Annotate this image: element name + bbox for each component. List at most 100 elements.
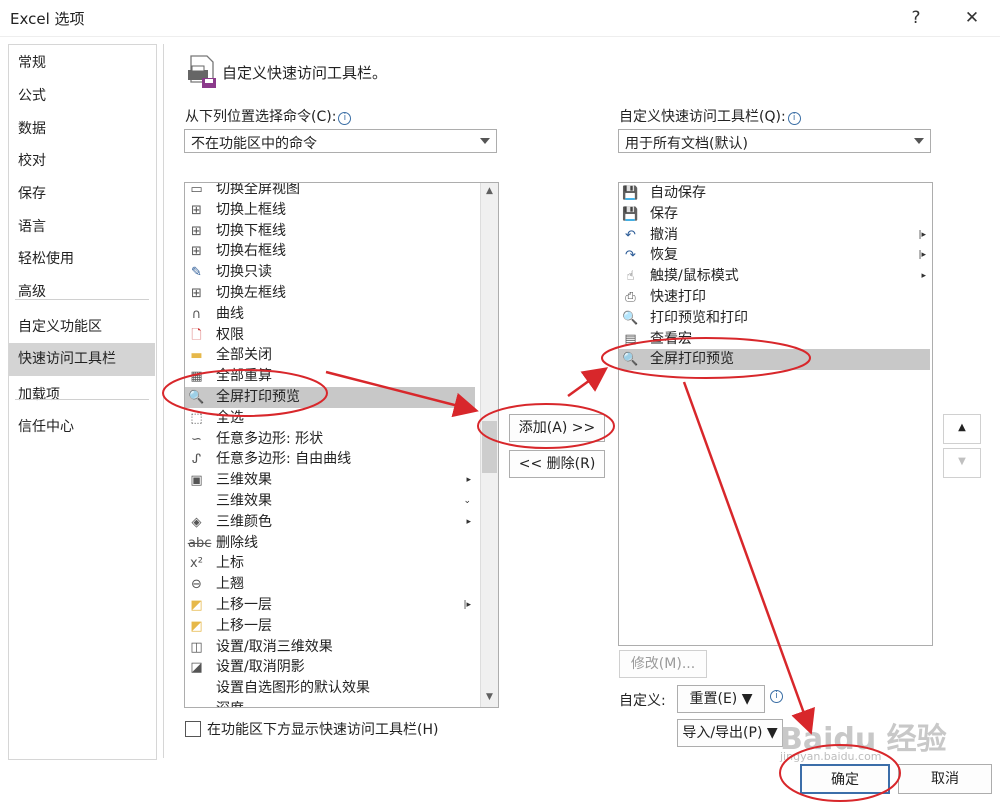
toolbar-list-item[interactable]: ▤ 查看宏	[619, 329, 930, 350]
info-icon[interactable]: i	[770, 690, 783, 703]
command-list-item[interactable]: 三维效果 ⌄	[185, 491, 475, 512]
toolbar-list-item[interactable]: 🔍 打印预览和打印	[619, 308, 930, 329]
choose-commands-label: 从下列位置选择命令(C): i	[185, 106, 352, 126]
redo-icon: ↷	[625, 248, 636, 264]
title-bar: Excel 选项 ? ✕	[0, 0, 1000, 37]
list-item-label: 三维效果	[216, 472, 272, 489]
command-list-item[interactable]: ▱ 深度	[185, 699, 475, 707]
fullscreen-icon: ▭	[190, 182, 203, 197]
customize-toolbar-label: 自定义快速访问工具栏(Q): i	[619, 106, 801, 126]
info-icon[interactable]: i	[787, 112, 801, 125]
scroll-up-icon[interactable]: ▲	[481, 183, 498, 200]
close-button[interactable]: ✕	[954, 4, 990, 32]
sidebar-item[interactable]: 快速访问工具栏	[9, 343, 155, 376]
command-list-item[interactable]: ∽ 任意多边形: 形状	[185, 429, 475, 450]
sidebar-item[interactable]: 信任中心	[9, 411, 155, 444]
toolbar-list-item[interactable]: ↷ 恢复 |▸	[619, 245, 930, 266]
toolbar-list-item[interactable]: ⎙ 快速打印	[619, 287, 930, 308]
scroll-thumb[interactable]	[482, 421, 497, 473]
show-below-checkbox[interactable]	[185, 721, 201, 737]
toolbar-list-item[interactable]: 💾 自动保存	[619, 183, 930, 204]
save-icon: 💾	[622, 186, 639, 201]
commands-scrollbar[interactable]: ▲ ▼	[480, 183, 498, 707]
3d-toggle-icon: ◫	[190, 639, 203, 655]
list-item-label: 上移一层	[216, 597, 272, 613]
ok-button[interactable]: 确定	[800, 764, 890, 794]
shadow-icon: ◪	[190, 660, 203, 676]
sidebar-item[interactable]: 加载项	[9, 379, 155, 412]
print-preview-icon: 🔍	[622, 352, 639, 368]
choose-commands-text: 从下列位置选择命令(C):	[185, 109, 337, 125]
sidebar-item[interactable]: 轻松使用	[9, 243, 155, 276]
toolbar-list-item[interactable]: 💾 保存	[619, 204, 930, 225]
sidebar-item[interactable]: 保存	[9, 178, 155, 211]
reset-button[interactable]: 重置(E) ▼	[677, 685, 765, 713]
command-list-item[interactable]: ⬚ 全选	[185, 408, 475, 429]
command-list-item[interactable]: ◪ 设置/取消阴影	[185, 657, 475, 678]
customize-toolbar-dropdown[interactable]: 用于所有文档(默认)	[618, 129, 931, 153]
list-item-label: 设置/取消三维效果	[216, 638, 333, 655]
command-list-item[interactable]: ⊞ 切换右框线	[185, 241, 475, 262]
sidebar-item[interactable]: 常规	[9, 47, 155, 80]
command-list-item[interactable]: ▣ 三维效果 ▸	[185, 470, 475, 491]
list-item-label: 设置/取消阴影	[216, 659, 305, 676]
command-list-item[interactable]: ᔑ 任意多边形: 自由曲线	[185, 449, 475, 470]
scroll-down-icon[interactable]: ▼	[481, 689, 498, 706]
touch-mode-icon: ☝	[626, 269, 635, 285]
command-list-item[interactable]: ⊞ 切换左框线	[185, 283, 475, 304]
command-list-item[interactable]: ▭ 切换全屏视图	[185, 182, 475, 200]
command-list-item[interactable]: 🔍 全屏打印预览	[185, 387, 475, 408]
freeform-shape-icon: ∽	[191, 431, 202, 447]
toolbar-list-item[interactable]: 🔍 全屏打印预览	[619, 349, 930, 371]
list-item-label: 切换右框线	[216, 243, 286, 260]
command-list-item[interactable]: ▬ 全部关闭	[185, 345, 475, 366]
list-item-label: 曲线	[216, 305, 244, 322]
command-list-item[interactable]: ⊞ 切换下框线	[185, 221, 475, 242]
command-list-item[interactable]: ◩ 上移一层 |▸	[185, 595, 475, 616]
command-list-item[interactable]: ⊞ 切换上框线	[185, 200, 475, 221]
list-item-label: 自动保存	[650, 185, 706, 201]
toolbar-list-item[interactable]: ☝ 触摸/鼠标模式 ▸	[619, 266, 930, 287]
info-icon[interactable]: i	[338, 112, 352, 125]
command-list-item[interactable]: ▦ 全部重算	[185, 366, 475, 387]
list-item-label: 查看宏	[650, 330, 692, 347]
curve-icon: ∩	[191, 306, 202, 322]
move-down-button[interactable]: ▼	[943, 448, 981, 478]
command-list-item[interactable]: ⊖ 上翘	[185, 574, 475, 595]
command-list-item[interactable]: ◫ 设置/取消三维效果	[185, 637, 475, 658]
list-item-label: 全部重算	[216, 368, 272, 385]
command-list-item[interactable]: a̶b̶c̶ 删除线	[185, 533, 475, 554]
help-button[interactable]: ?	[898, 4, 934, 32]
command-list-item[interactable]: ✎ 切换只读	[185, 262, 475, 283]
sidebar-item[interactable]: 自定义功能区	[9, 311, 155, 344]
list-item-label: 全屏打印预览	[650, 351, 734, 368]
sidebar-item[interactable]: 校对	[9, 145, 155, 178]
list-item-label: 撤消	[650, 226, 678, 243]
border-left-icon: ⊞	[191, 286, 202, 301]
command-list-item[interactable]: 设置自选图形的默认效果	[185, 678, 475, 699]
add-button[interactable]: 添加(A) >>	[509, 414, 605, 442]
command-list-item[interactable]: x² 上标	[185, 553, 475, 574]
import-export-button[interactable]: 导入/导出(P) ▼	[677, 719, 783, 747]
toolbar-items-list[interactable]: 💾 自动保存 💾 保存 ↶ 撤消 |▸ ↷ 恢复 |▸ ☝ 触摸/鼠标模式 ▸ ⎙ 快速打印 🔍 打印预览和打印…	[618, 182, 933, 646]
choose-commands-dropdown[interactable]: 不在功能区中的命令	[184, 129, 497, 153]
sidebar-item[interactable]: 公式	[9, 80, 155, 113]
border-top-icon: ⊞	[191, 202, 202, 218]
list-item-label: 切换下框线	[216, 222, 286, 239]
page-heading: 自定义快速访问工具栏。	[222, 64, 388, 82]
sidebar-item[interactable]: 高级	[9, 276, 155, 309]
command-list-item[interactable]: ∩ 曲线	[185, 304, 475, 325]
command-list-item[interactable]: ◈ 三维颜色 ▸	[185, 512, 475, 533]
command-list-item[interactable]: 🗋 权限	[185, 325, 475, 346]
list-item-label: 打印预览和打印	[650, 309, 748, 326]
sidebar-item[interactable]: 数据	[9, 113, 155, 146]
toolbar-list-item[interactable]: ↶ 撤消 |▸	[619, 225, 930, 246]
move-up-button[interactable]: ▲	[943, 414, 981, 444]
list-item-label: 全屏打印预览	[216, 389, 300, 405]
sidebar-item[interactable]: 语言	[9, 211, 155, 244]
command-list-item[interactable]: ◩ 上移一层	[185, 616, 475, 637]
modify-button[interactable]: 修改(M)...	[619, 650, 707, 678]
remove-button[interactable]: << 删除(R)	[509, 450, 605, 478]
commands-list[interactable]: ▭ 切换全屏视图 ⊞ 切换上框线 ⊞ 切换下框线 ⊞ 切换右框线 ✎ 切换只读 ⊞ 切换左框线 ∩ 曲线 🗋…	[184, 182, 499, 708]
cancel-button[interactable]: 取消	[898, 764, 992, 794]
